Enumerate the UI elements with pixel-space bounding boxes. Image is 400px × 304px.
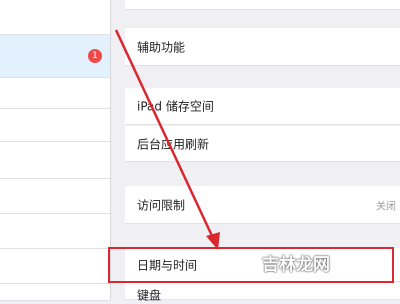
master-list-item-general[interactable]: 1 (0, 35, 110, 78)
master-list-item[interactable] (0, 249, 110, 284)
cell-label: iPad 储存空间 (137, 99, 214, 114)
master-list-item[interactable] (0, 109, 110, 142)
master-list-item[interactable] (0, 142, 110, 179)
master-list-item[interactable] (0, 284, 110, 301)
master-list-item[interactable] (0, 179, 110, 214)
master-list: 1 (0, 0, 110, 301)
cell-label: 后台应用刷新 (137, 137, 210, 151)
master-list-item[interactable] (0, 214, 110, 249)
settings-cell[interactable] (125, 0, 400, 10)
settings-cell-accessibility[interactable]: 辅助功能 (125, 28, 400, 66)
settings-cell-storage[interactable]: iPad 储存空间 (125, 88, 400, 125)
settings-cell-background-refresh[interactable]: 后台应用刷新 (125, 126, 400, 162)
settings-cell-restrictions[interactable]: 访问限制 关闭 (125, 186, 400, 224)
master-list-item[interactable] (0, 78, 110, 109)
cell-value: 关闭 (376, 201, 396, 212)
cell-label: 访问限制 (137, 198, 186, 212)
notification-badge: 1 (88, 49, 102, 63)
watermark: 吉林龙网 (262, 255, 330, 275)
settings-cell-keyboard[interactable]: 键盘 (125, 283, 400, 303)
cell-label: 键盘 (137, 288, 162, 303)
cell-label: 辅助功能 (137, 40, 186, 54)
master-list-item[interactable] (0, 0, 110, 35)
highlight-box (108, 247, 394, 283)
